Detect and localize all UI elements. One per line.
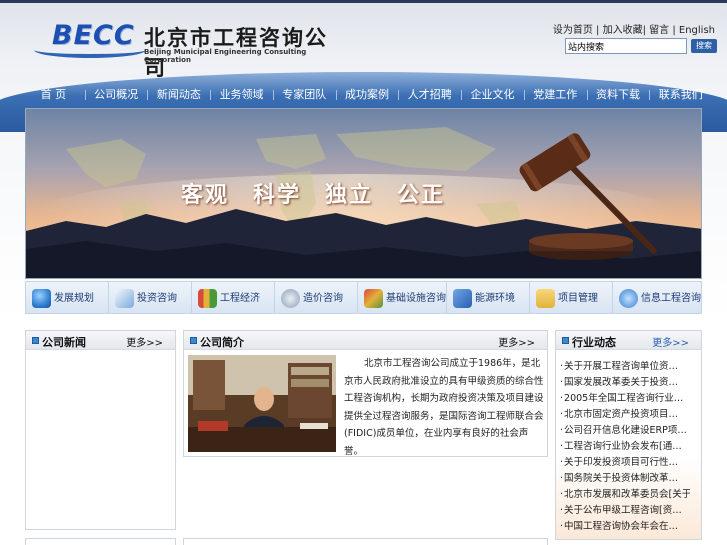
list-item[interactable]: 国务院关于投资体制改革… [560, 471, 690, 487]
list-item[interactable]: 2005年全国工程咨询行业… [560, 391, 690, 407]
more-link[interactable]: 更多>> [498, 334, 535, 349]
category-label: 能源环境 [475, 293, 515, 304]
add-favorite-link[interactable]: 加入收藏 [603, 25, 643, 36]
nav-about[interactable]: 公司概况 [84, 84, 148, 106]
link-separator: | [669, 25, 679, 36]
nav-news[interactable]: 新闻动态 [147, 84, 210, 106]
ie-icon [619, 289, 638, 308]
list-item[interactable]: 关于公布甲级工程咨询[资… [560, 503, 690, 519]
link-separator: | [592, 25, 603, 36]
top-border [0, 0, 727, 3]
panel-title: 公司新闻 [42, 336, 86, 349]
bullet-icon [190, 337, 197, 344]
nav-party[interactable]: 党建工作 [523, 84, 587, 106]
nav-experts[interactable]: 专家团队 [272, 84, 336, 106]
set-homepage-link[interactable]: 设为首页 [553, 25, 593, 36]
nav-downloads[interactable]: 资料下载 [586, 84, 650, 106]
list-item[interactable]: 中国工程咨询协会年会在… [560, 519, 690, 535]
office-photo [188, 355, 336, 452]
nav-business[interactable]: 业务领域 [210, 84, 273, 106]
lower-right-panel [183, 538, 548, 545]
category-cost-consulting[interactable]: 造价咨询 [275, 282, 358, 313]
category-energy-environment[interactable]: 能源环境 [447, 282, 530, 313]
category-label: 信息工程咨询 [641, 293, 701, 304]
category-development-planning[interactable]: 发展规划 [26, 282, 109, 313]
panel-title: 公司简介 [200, 336, 244, 349]
site-search: 搜索 [565, 38, 717, 54]
bar-chart-icon [198, 289, 217, 308]
nav-contact[interactable]: 联系我们 [649, 84, 712, 106]
english-link[interactable]: English [679, 25, 715, 36]
more-link[interactable]: 更多>> [126, 334, 163, 349]
list-item[interactable]: 公司召开信息化建设ERP项… [560, 423, 690, 439]
category-label: 基础设施咨询 [386, 293, 446, 304]
category-label: 发展规划 [54, 293, 94, 304]
panel-header: 公司简介 更多>> [184, 331, 547, 350]
list-item[interactable]: 北京市发展和改革委员会[关于… [560, 487, 690, 503]
document-icon [115, 289, 134, 308]
lower-left-panel [25, 538, 176, 545]
category-project-management[interactable]: 项目管理 [530, 282, 613, 313]
list-item[interactable]: 关于印发投资项目可行性… [560, 455, 690, 471]
coins-icon [281, 289, 300, 308]
category-label: 项目管理 [558, 293, 598, 304]
more-link[interactable]: 更多>> [652, 334, 689, 349]
category-infrastructure-consulting[interactable]: 基础设施咨询 [358, 282, 447, 313]
globe-icon [32, 289, 51, 308]
panel-header: 行业动态 更多>> [556, 331, 701, 350]
list-item[interactable]: 工程咨询行业协会发布[通… [560, 439, 690, 455]
company-intro-text: 北京市工程咨询公司成立于1986年，是北京市人民政府批准设立的具有甲级资质的综合… [344, 358, 544, 457]
folder-icon [536, 289, 555, 308]
bullet-icon [562, 337, 569, 344]
industry-news-panel: 行业动态 更多>> 关于开展工程咨询单位资… 国家发展改革委关于投资… 2005… [555, 330, 702, 540]
list-item[interactable]: 国家发展改革委关于投资… [560, 375, 690, 391]
company-profile-panel: 公司简介 更多>> 北京市工程咨询公司成立于1986年，是北京市人民政府批准设立… [183, 330, 548, 457]
nav-culture[interactable]: 企业文化 [461, 84, 524, 106]
infrastructure-icon [364, 289, 383, 308]
list-item[interactable]: 关于开展工程咨询单位资… [560, 359, 690, 375]
guestbook-link[interactable]: 留言 [649, 25, 669, 36]
nav-cases[interactable]: 成功案例 [335, 84, 399, 106]
category-label: 造价咨询 [303, 293, 343, 304]
banner-slogan: 客观 科学 独立 公正 [181, 182, 446, 208]
search-button[interactable]: 搜索 [691, 39, 717, 53]
company-news-panel: 公司新闻 更多>> [25, 330, 176, 530]
news-list: 关于开展工程咨询单位资… 国家发展改革委关于投资… 2005年全国工程咨询行业…… [560, 359, 690, 535]
hero-banner: 客观 科学 独立 公正 [25, 108, 702, 279]
category-label: 工程经济 [220, 293, 260, 304]
logo-mark: BECC [52, 20, 135, 51]
company-logo[interactable]: BECC 北京市工程咨询公司 Beijing Municipal Enginee… [34, 18, 334, 80]
bullet-icon [32, 337, 39, 344]
service-category-bar: 发展规划 投资咨询 工程经济 造价咨询 基础设施咨询 能源环境 项目管理 信息工… [25, 281, 702, 314]
list-item[interactable]: 北京市固定资产投资项目… [560, 407, 690, 423]
logo-english-name: Beijing Municipal Engineering Consulting… [144, 48, 307, 64]
nav-home[interactable]: 首 页 [22, 84, 85, 106]
main-nav: 首 页 公司概况 新闻动态 业务领域 专家团队 成功案例 人才招聘 企业文化 党… [22, 84, 712, 106]
category-label: 投资咨询 [137, 293, 177, 304]
category-info-engineering[interactable]: 信息工程咨询 [613, 282, 701, 313]
energy-icon [453, 289, 472, 308]
panel-title: 行业动态 [572, 336, 616, 349]
category-investment-consulting[interactable]: 投资咨询 [109, 282, 192, 313]
top-links: 设为首页 | 加入收藏| 留言 | English [553, 21, 715, 36]
panel-header: 公司新闻 更多>> [26, 331, 175, 350]
nav-jobs[interactable]: 人才招聘 [398, 84, 461, 106]
category-engineering-economics[interactable]: 工程经济 [192, 282, 275, 313]
search-input[interactable] [565, 38, 687, 54]
